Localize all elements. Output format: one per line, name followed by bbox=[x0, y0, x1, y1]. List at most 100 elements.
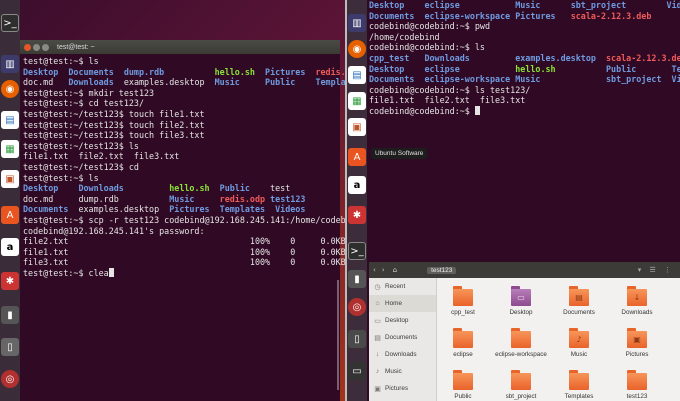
calc-icon[interactable]: ▦ bbox=[348, 92, 366, 110]
dvd-icon[interactable]: ◎ bbox=[1, 370, 19, 388]
disk-icon[interactable]: ▯ bbox=[1, 338, 19, 356]
software-center-icon[interactable]: A bbox=[1, 206, 19, 224]
folder-name: test123 bbox=[626, 393, 648, 400]
sidebar-item-label: Desktop bbox=[385, 317, 409, 324]
terminal-line: file1.txt file2.txt file3.txt bbox=[369, 95, 680, 106]
launcher-tooltip: Ubuntu Software bbox=[371, 148, 428, 159]
dvd-icon[interactable]: ◎ bbox=[348, 298, 366, 316]
right-terminal-window[interactable]: Desktop eclipse Music sbt_project Videos… bbox=[367, 0, 680, 262]
terminal-line: file3.txt 100% 0 0.0KB/s 00:00 bbox=[23, 257, 345, 268]
terminal-text-segment: test@test:~$ mkdir test123 bbox=[23, 87, 155, 98]
terminal-text-segment: file1.txt 100% 0 0.0KB/s 00:00 bbox=[23, 246, 345, 257]
folder-item[interactable]: eclipse bbox=[435, 328, 491, 358]
terminal-line: test@test:~$ cd test123/ bbox=[23, 98, 336, 109]
folder-item[interactable]: Templates bbox=[551, 370, 607, 400]
right-terminal-output[interactable]: Desktop eclipse Music sbt_project Videos… bbox=[369, 0, 680, 117]
drive-icon[interactable]: ▯ bbox=[348, 330, 366, 348]
terminal-text-segment: doc.md bbox=[23, 77, 69, 88]
terminal-text-segment: codebind@192.168.245.141's password: bbox=[23, 225, 205, 236]
terminal-text-segment: test@test:~$ ls bbox=[23, 56, 99, 66]
impress-icon[interactable]: ▣ bbox=[348, 118, 366, 136]
settings-icon[interactable]: ✱ bbox=[348, 206, 366, 224]
forward-icon[interactable]: › bbox=[382, 266, 385, 274]
folder-item[interactable]: ▤ Documents bbox=[551, 286, 607, 316]
terminal-line: file1.txt file2.txt file3.txt bbox=[23, 151, 336, 162]
amazon-icon[interactable]: a bbox=[1, 238, 19, 256]
home-icon: ⌂ bbox=[375, 300, 380, 307]
terminal-text-segment: Desktop eclipse bbox=[369, 63, 516, 74]
sidebar-item-home[interactable]: ⌂ Home bbox=[369, 295, 436, 312]
terminal-text-segment: hello.sh bbox=[169, 183, 210, 194]
settings-icon[interactable]: ✱ bbox=[1, 272, 19, 290]
sidebar-item-videos[interactable]: ▶Videos bbox=[369, 397, 436, 401]
terminal-text-segment: codebind@codebind:~$ ls test123/ bbox=[369, 84, 531, 95]
sidebar-item-label: Music bbox=[385, 368, 402, 375]
terminal-line: test@test:~/test123$ cd bbox=[23, 162, 336, 173]
usb-drive-icon[interactable]: ▮ bbox=[348, 270, 366, 288]
sidebar-item-pictures[interactable]: ▣ Pictures bbox=[369, 380, 436, 397]
folder-item[interactable]: ↓ Downloads bbox=[609, 286, 665, 316]
files-launcher-icon[interactable]: ▥ bbox=[1, 55, 19, 73]
sidebar-item-desktop[interactable]: ▭ Desktop bbox=[369, 312, 436, 329]
folder-item[interactable]: eclipse-workspace bbox=[493, 328, 549, 358]
terminal-line: codebind@192.168.245.141's password: bbox=[23, 226, 336, 237]
sidebar-item-recent[interactable]: ◷ Recent bbox=[369, 278, 436, 295]
terminal-text-segment: codebind@codebind:~$ pwd bbox=[369, 21, 491, 32]
left-terminal-output[interactable]: test@test:~$ ls Desktop Documents dump.rd… bbox=[23, 56, 345, 278]
sidebar-item-documents[interactable]: ▤ Documents bbox=[369, 329, 436, 346]
downloads-icon: ↓ bbox=[375, 351, 380, 358]
folder-item[interactable]: ▣ Pictures bbox=[609, 328, 665, 358]
desktop-icon: ▭ bbox=[374, 317, 381, 325]
left-desktop: >_ ▥ ◉ ▤ ▦ ▣ A a ✱ ▮ ▯ ◎ test@test: ~ te… bbox=[0, 0, 345, 401]
terminal-launcher-icon[interactable]: >_ bbox=[1, 14, 19, 32]
terminal-launcher-icon[interactable]: >_ bbox=[348, 242, 366, 260]
terminal-text-segment: Desktop Documents dump.rdb bbox=[23, 66, 215, 77]
folder-item[interactable]: ♪ Music bbox=[551, 328, 607, 358]
close-button[interactable] bbox=[24, 43, 31, 51]
software-center-icon[interactable]: A bbox=[348, 148, 366, 166]
folder-item[interactable]: ▭ Desktop bbox=[493, 286, 549, 316]
folder-icon bbox=[627, 370, 647, 390]
folder-item[interactable]: Public bbox=[435, 370, 491, 400]
terminal-line: codebind@codebind:~$ ls bbox=[369, 42, 680, 53]
calc-icon[interactable]: ▦ bbox=[1, 140, 19, 158]
trash-icon[interactable]: ▭ bbox=[348, 362, 366, 380]
folder-icon bbox=[511, 328, 531, 348]
terminal-scrollbar[interactable] bbox=[337, 280, 339, 390]
firefox-icon[interactable]: ◉ bbox=[1, 80, 19, 98]
folder-name: Desktop bbox=[509, 309, 533, 316]
folder-item[interactable]: test123 bbox=[609, 370, 665, 400]
sidebar-item-downloads[interactable]: ↓ Downloads bbox=[369, 346, 436, 363]
files-launcher-icon[interactable]: ▥ bbox=[348, 14, 366, 32]
terminal-text-segment: codebind@codebind:~$ bbox=[369, 105, 475, 116]
terminal-line: doc.md Downloads examples.desktop Music … bbox=[23, 77, 345, 88]
folder-icon: ♪ bbox=[569, 328, 589, 348]
terminal-line: test@test:~/test123$ touch file1.txt bbox=[23, 109, 336, 120]
back-icon[interactable]: ‹ bbox=[373, 266, 376, 274]
terminal-cursor bbox=[474, 105, 480, 115]
impress-icon[interactable]: ▣ bbox=[1, 170, 19, 188]
folder-item[interactable]: sbt_project bbox=[493, 370, 549, 400]
amazon-icon[interactable]: a bbox=[348, 176, 366, 194]
maximize-button[interactable] bbox=[42, 43, 49, 51]
folder-item[interactable]: cpp_test bbox=[435, 286, 491, 316]
firefox-icon[interactable]: ◉ bbox=[348, 40, 366, 58]
file-manager-window[interactable]: ‹ › ⌂ test123 ▾ ☰ ⋮ ◷ Recent ⌂ Home ▭ Desktop… bbox=[369, 262, 680, 401]
minimize-button[interactable] bbox=[33, 43, 40, 51]
terminal-text-segment: Public Templates bbox=[605, 63, 680, 74]
sidebar-item-music[interactable]: ♪ Music bbox=[369, 363, 436, 380]
home-path-icon[interactable]: ⌂ bbox=[393, 266, 397, 274]
left-terminal-window[interactable]: test@test: ~ test@test:~$ ls Desktop Docu… bbox=[20, 40, 345, 401]
writer-icon[interactable]: ▤ bbox=[1, 111, 19, 129]
path-crumb[interactable]: test123 bbox=[427, 266, 457, 274]
usb-drive-icon[interactable]: ▮ bbox=[1, 306, 19, 324]
terminal-titlebar[interactable]: test@test: ~ bbox=[20, 40, 340, 54]
view-controls[interactable]: ▾ ☰ ⋮ bbox=[638, 266, 674, 274]
terminal-line: Desktop Downloads hello.sh Public test bbox=[23, 183, 336, 194]
terminal-line: test@test:~/test123$ ls bbox=[23, 141, 336, 152]
writer-icon[interactable]: ▤ bbox=[348, 66, 366, 84]
terminal-text-segment: Documents eclipse-workspace Music sbt_pr… bbox=[369, 74, 680, 85]
terminal-text-segment: test123 bbox=[270, 193, 306, 204]
folder-icon: ↓ bbox=[627, 286, 647, 306]
